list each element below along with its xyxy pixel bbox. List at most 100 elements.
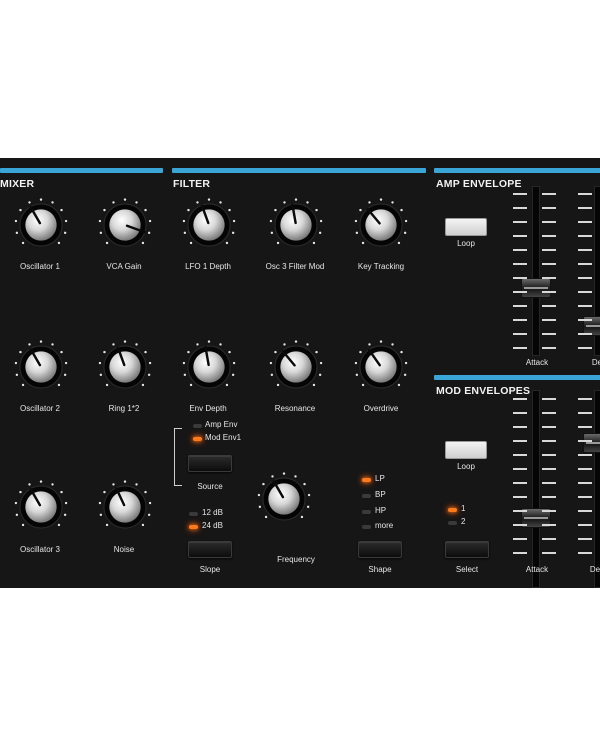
env-depth-knob[interactable] [182,340,236,394]
slider-tick [578,333,592,335]
slider-tick [542,277,556,279]
key-tracking-knob[interactable] [354,198,408,252]
select-button[interactable] [445,541,489,558]
shape-led-more [362,525,371,529]
noise-knob[interactable] [98,480,152,534]
shape-button[interactable] [358,541,402,558]
shape-option-more: more [375,521,394,530]
synth-panel: MIXER FILTER AMP ENVELOPE MOD ENVELOPES … [0,158,600,588]
slider-tick [578,319,592,321]
select-button-label: Select [455,565,479,574]
shape-option-hp: HP [375,506,387,515]
source-button[interactable] [188,455,232,472]
shape-button-label: Shape [368,565,392,574]
slider-tick [578,440,592,442]
slider-tick [578,412,592,414]
shape-option-bp: BP [375,490,386,499]
slider-tick [513,398,527,400]
oscillator-2-knob[interactable] [14,340,68,394]
mod-decay-slider-track[interactable] [594,390,600,588]
slider-tick [542,319,556,321]
slider-tick [542,454,556,456]
slider-tick [542,221,556,223]
slider-tick [542,426,556,428]
source-button-label: Source [197,482,223,491]
amp-attack-slider-track[interactable] [532,186,540,356]
slider-tick [513,207,527,209]
mod-attack-slider-track[interactable] [532,390,540,588]
oscillator-1-knob[interactable] [14,198,68,252]
slider-tick [578,552,592,554]
osc-3-filter-mod-label: Osc 3 Filter Mod [265,262,325,271]
filter-section-bar [172,168,426,173]
slider-tick [513,440,527,442]
slider-tick [542,305,556,307]
slope-option-24db: 24 dB [202,521,223,530]
slider-tick [513,263,527,265]
overdrive-knob[interactable] [354,340,408,394]
slider-tick [578,538,592,540]
select-led-2 [448,521,457,525]
resonance-label: Resonance [274,404,316,413]
resonance-knob[interactable] [269,340,323,394]
mod-loop-button[interactable] [445,441,487,459]
shape-option-lp: LP [375,474,385,483]
lfo-1-depth-knob[interactable] [182,198,236,252]
slider-tick [542,468,556,470]
frequency-knob[interactable] [257,472,335,550]
slider-tick [513,347,527,349]
slope-led-24db [189,525,198,529]
slider-tick [578,454,592,456]
slider-tick [542,207,556,209]
slope-button[interactable] [188,541,232,558]
select-option-2: 2 [461,517,466,526]
slider-tick [578,249,592,251]
osc-3-filter-mod-knob[interactable] [269,198,323,252]
slider-tick [542,333,556,335]
slider-tick [578,291,592,293]
slider-tick [513,193,527,195]
key-tracking-label: Key Tracking [357,262,405,271]
slider-tick [513,510,527,512]
slope-option-12db: 12 dB [202,508,223,517]
amp-envelope-section-title: AMP ENVELOPE [436,178,522,190]
frequency-label: Frequency [277,555,315,564]
slider-tick [578,524,592,526]
ring-knob[interactable] [98,340,152,394]
slider-tick [578,207,592,209]
mod-decay-slider-handle[interactable] [583,433,600,453]
slider-tick [578,277,592,279]
ring-label: Ring 1*2 [108,404,140,413]
vca-gain-label: VCA Gain [106,262,142,271]
slider-tick [578,347,592,349]
lfo-1-depth-label: LFO 1 Depth [185,262,231,271]
select-led-1 [448,508,457,512]
mixer-section-title: MIXER [0,178,35,190]
slider-tick [542,496,556,498]
source-bracket [174,428,182,486]
slider-tick [542,412,556,414]
oscillator-3-knob[interactable] [14,480,68,534]
amp-attack-slider-handle[interactable] [521,278,551,298]
slider-tick [578,510,592,512]
slider-tick [513,305,527,307]
slope-led-12db [189,512,198,516]
slider-tick [542,552,556,554]
amp-decay-label: De [591,358,600,367]
slider-tick [578,235,592,237]
slope-button-label: Slope [199,565,221,574]
vca-gain-knob[interactable] [98,198,152,252]
overdrive-label: Overdrive [363,404,399,413]
oscillator-1-label: Oscillator 1 [19,262,61,271]
slider-tick [542,263,556,265]
slider-tick [542,398,556,400]
shape-led-lp [362,478,371,482]
amp-loop-button[interactable] [445,218,487,236]
mod-decay-label: Dec [589,565,600,574]
slider-tick [513,249,527,251]
slider-tick [542,538,556,540]
env-depth-label: Env Depth [189,404,227,413]
mod-envelopes-section-title: MOD ENVELOPES [436,385,531,397]
source-led-mod-env1 [193,437,202,441]
slider-tick [513,538,527,540]
